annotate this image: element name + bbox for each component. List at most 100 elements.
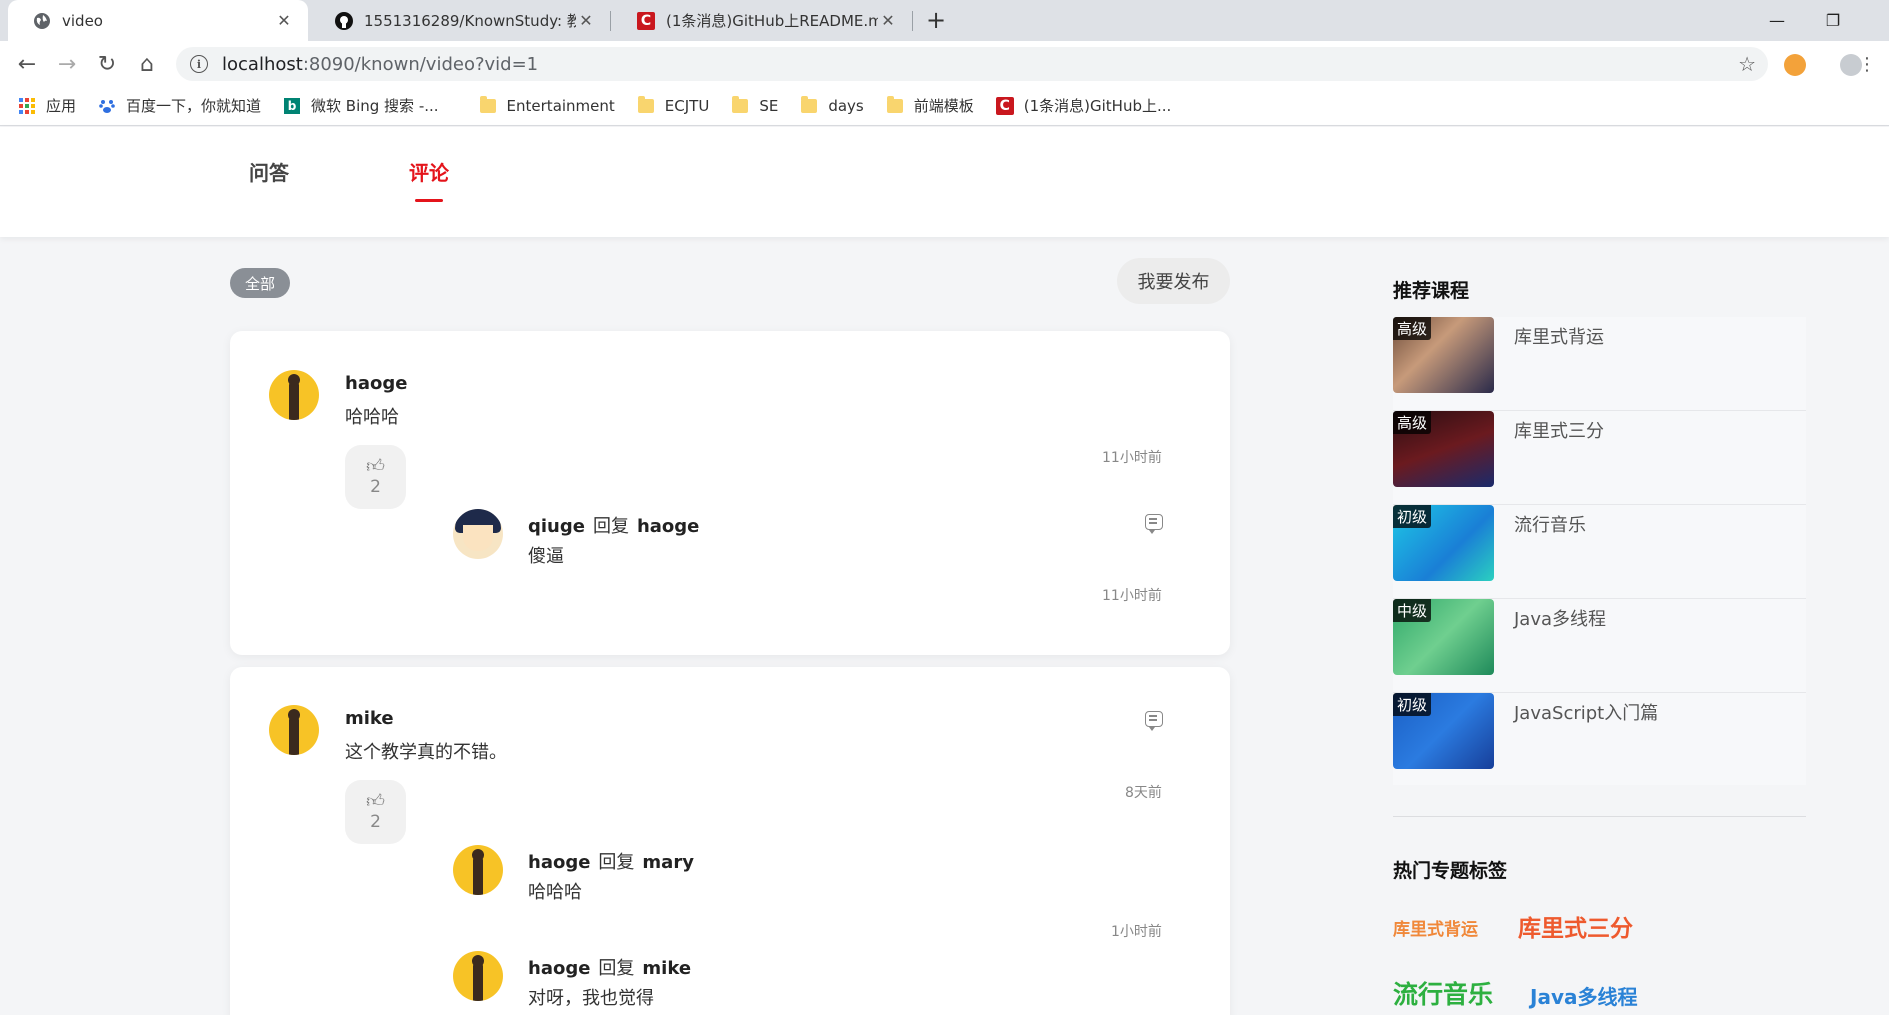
comment-card: haoge 哈哈哈 11小时前 👍︎ 2 qiuge 回复 haoge 傻逼 11小… <box>230 331 1230 655</box>
tag-link[interactable]: Java多线程 <box>1530 981 1637 1010</box>
reply-message-icon[interactable] <box>1145 711 1163 731</box>
course-list: 高级 库里式背运 高级 库里式三分 初级 流行音乐 中级 Java多线程 初级 … <box>1393 317 1806 785</box>
bookmark-folder-entertainment[interactable]: Entertainment <box>479 95 615 115</box>
reply-header: haoge 回复 mary <box>528 848 694 874</box>
bookmark-star-icon[interactable]: ☆ <box>1738 52 1756 76</box>
reply-word: 回复 <box>598 852 635 873</box>
comment-username[interactable]: mike <box>345 708 394 729</box>
reply-text: 对呀，我也觉得 <box>528 988 654 1009</box>
course-name[interactable]: JavaScript入门篇 <box>1514 699 1658 725</box>
reply-header: haoge 回复 mike <box>528 954 691 980</box>
baidu-icon <box>98 97 116 115</box>
comment-text: 这个教学真的不错。 <box>345 742 507 763</box>
thumbs-up-icon: 👍︎ <box>366 456 385 477</box>
folder-icon <box>479 95 497 115</box>
reply-target-username[interactable]: mike <box>642 958 691 979</box>
bookmark-csdn[interactable]: C (1条消息)GitHub上... <box>995 95 1171 116</box>
bookmark-folder-se[interactable]: SE <box>731 95 778 115</box>
course-name[interactable]: 库里式背运 <box>1514 323 1604 349</box>
new-tab-button[interactable]: + <box>920 4 952 36</box>
back-button[interactable]: ← <box>10 47 44 81</box>
home-button[interactable]: ⌂ <box>130 47 164 81</box>
bookmark-bing[interactable]: b 微软 Bing 搜索 -... <box>283 95 439 116</box>
comment-time: 8天前 <box>1125 785 1162 801</box>
reply-username[interactable]: haoge <box>528 958 590 979</box>
course-name[interactable]: 流行音乐 <box>1514 511 1586 537</box>
course-item[interactable]: 初级 JavaScript入门篇 <box>1393 693 1806 787</box>
course-item[interactable]: 高级 库里式三分 <box>1393 411 1806 505</box>
page-header: 问答 评论 <box>0 127 1889 237</box>
course-level-badge: 高级 <box>1393 411 1432 434</box>
reply-time: 11小时前 <box>1102 588 1162 604</box>
extension-icon[interactable] <box>1784 54 1806 76</box>
reply-message-icon[interactable] <box>1145 514 1163 534</box>
browser-tab-video[interactable]: video ✕ <box>8 0 308 41</box>
close-tab-icon[interactable]: ✕ <box>576 11 596 30</box>
browser-tab-csdn[interactable]: C (1条消息)GitHub上README.md ✕ <box>612 0 912 41</box>
reply-username[interactable]: haoge <box>528 852 590 873</box>
avatar[interactable] <box>453 951 503 1001</box>
course-name[interactable]: 库里式三分 <box>1514 417 1604 443</box>
course-name[interactable]: Java多线程 <box>1514 605 1606 631</box>
filter-all-pill[interactable]: 全部 <box>230 268 291 298</box>
forward-button[interactable]: → <box>50 47 84 81</box>
close-tab-icon[interactable]: ✕ <box>878 11 898 30</box>
bookmark-apps[interactable]: 应用 <box>18 95 76 116</box>
tab-separator <box>610 11 611 31</box>
reply-header: qiuge 回复 haoge <box>528 512 699 538</box>
comment-text: 哈哈哈 <box>345 407 399 428</box>
tab-separator <box>912 11 913 31</box>
avatar[interactable] <box>453 509 503 559</box>
github-icon <box>334 11 354 31</box>
minimize-button[interactable]: — <box>1750 0 1804 41</box>
avatar[interactable] <box>269 370 319 420</box>
course-level-badge: 初级 <box>1393 505 1432 528</box>
reply-target-username[interactable]: haoge <box>637 516 699 537</box>
thumbs-up-icon: 👍︎ <box>366 791 385 812</box>
tag-link[interactable]: 库里式背运 <box>1393 915 1478 940</box>
site-info-icon[interactable]: i <box>190 55 208 73</box>
reload-button[interactable]: ↻ <box>90 47 124 81</box>
tag-link[interactable]: 库里式三分 <box>1518 909 1633 943</box>
restore-button[interactable]: ❐ <box>1806 0 1860 41</box>
url-text: localhost:8090/known/video?vid=1 <box>222 53 539 75</box>
reply-time: 1小时前 <box>1111 924 1162 940</box>
course-item[interactable]: 初级 流行音乐 <box>1393 505 1806 599</box>
bookmark-folder-ecjtu[interactable]: ECJTU <box>637 95 709 115</box>
course-level-badge: 高级 <box>1393 317 1432 340</box>
address-bar[interactable]: i localhost:8090/known/video?vid=1 ☆ <box>176 47 1768 81</box>
active-tab-underline <box>415 199 443 202</box>
course-item[interactable]: 中级 Java多线程 <box>1393 599 1806 693</box>
folder-icon <box>800 95 818 115</box>
course-item[interactable]: 高级 库里式背运 <box>1393 317 1806 411</box>
bookmark-baidu[interactable]: 百度一下，你就知道 <box>98 95 261 116</box>
tag-link[interactable]: 流行音乐 <box>1393 975 1493 1011</box>
folder-icon <box>637 95 655 115</box>
close-tab-icon[interactable]: ✕ <box>274 11 294 30</box>
bookmark-folder-days[interactable]: days <box>800 95 864 115</box>
like-button[interactable]: 👍︎ 2 <box>345 445 406 509</box>
course-level-badge: 初级 <box>1393 693 1432 716</box>
recommend-courses-title: 推荐课程 <box>1393 280 1470 302</box>
like-count: 2 <box>370 812 381 832</box>
browser-tab-github[interactable]: 1551316289/KnownStudy: 教 ✕ <box>310 0 610 41</box>
tab-qa[interactable]: 问答 <box>249 157 289 186</box>
hot-tags-title: 热门专题标签 <box>1393 860 1508 882</box>
like-button[interactable]: 👍︎ 2 <box>345 780 406 844</box>
reply-username[interactable]: qiuge <box>528 516 585 537</box>
folder-icon <box>886 95 904 115</box>
comment-username[interactable]: haoge <box>345 373 407 394</box>
sidebar-divider <box>1393 816 1806 817</box>
bookmarks-bar: 应用 百度一下，你就知道 b 微软 Bing 搜索 -... Entertain… <box>0 86 1889 126</box>
reply-target-username[interactable]: mary <box>642 852 694 873</box>
publish-button[interactable]: 我要发布 <box>1117 258 1230 304</box>
csdn-icon: C <box>995 96 1014 115</box>
avatar[interactable] <box>269 705 319 755</box>
tab-comments[interactable]: 评论 <box>409 157 449 202</box>
bing-icon: b <box>283 97 301 115</box>
bookmark-folder-frontend-templates[interactable]: 前端模板 <box>886 95 974 116</box>
avatar[interactable] <box>453 845 503 895</box>
apps-icon <box>18 97 36 115</box>
folder-icon <box>731 95 749 115</box>
menu-kebab-icon[interactable]: ⋮ <box>1850 47 1884 81</box>
